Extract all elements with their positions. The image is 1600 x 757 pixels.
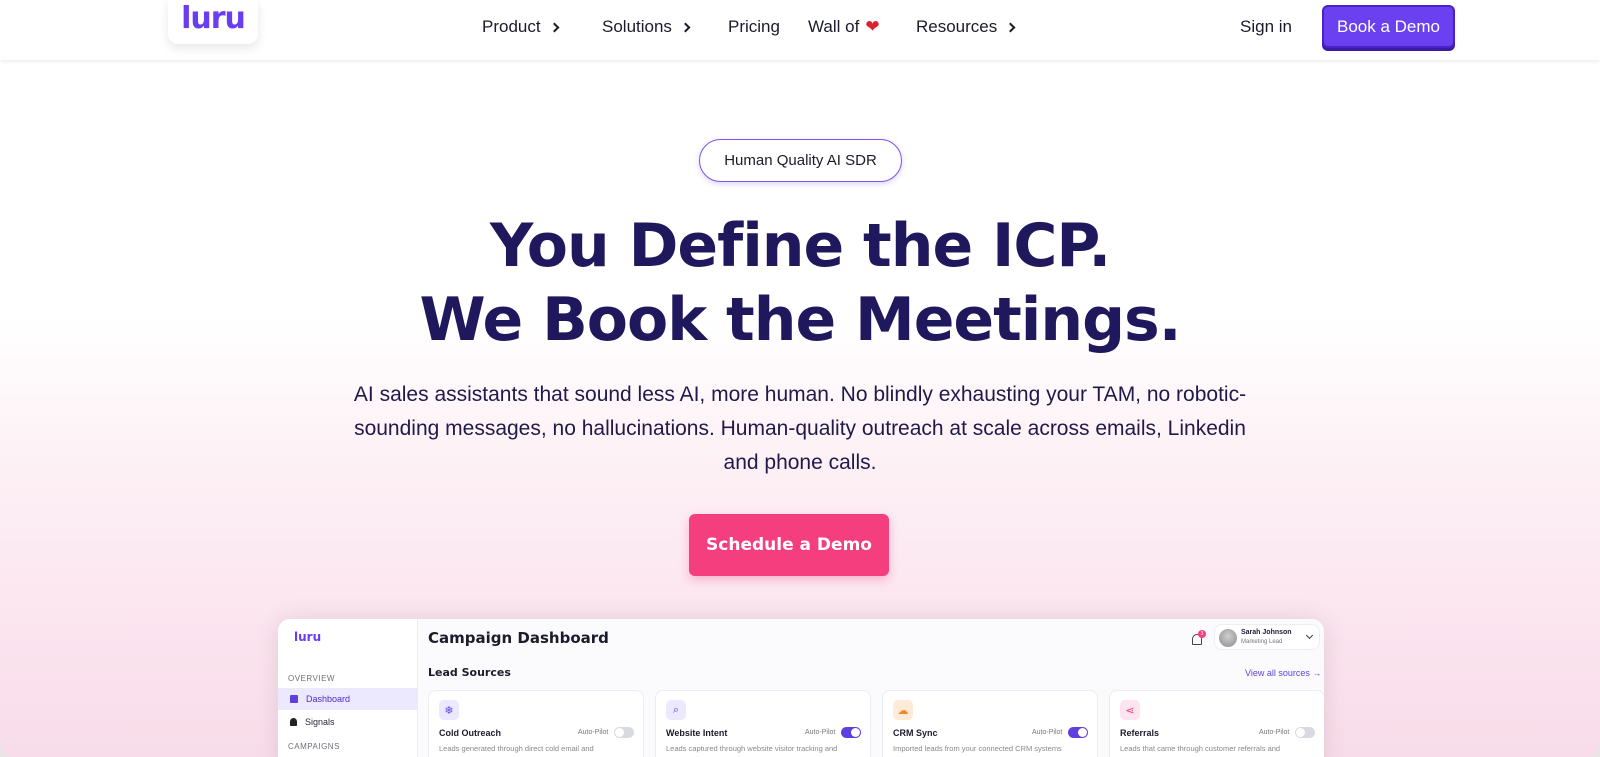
chevron-right-icon (549, 22, 560, 33)
autopilot-toggle[interactable] (1068, 727, 1088, 738)
sign-in-link[interactable]: Sign in (1240, 17, 1292, 37)
snowflake-icon: ❄ (439, 700, 459, 720)
autopilot-label: Auto-Pilot (1259, 729, 1290, 736)
logo[interactable]: luru (168, 0, 258, 44)
page-frame: luru Product Solutions Pricing Wall of ❤… (0, 0, 1600, 757)
card-description: Leads generated through direct cold emai… (439, 744, 594, 753)
grid-icon (290, 695, 298, 703)
sidebar-item-dashboard[interactable]: Dashboard (278, 688, 418, 710)
lead-source-card[interactable]: ⋖ Referrals Auto-Pilot Leads that came t… (1109, 690, 1324, 757)
user-menu[interactable]: Sarah Johnson Marketing Lead (1214, 624, 1320, 650)
heart-icon: ❤ (865, 17, 880, 36)
book-demo-button[interactable]: Book a Demo (1322, 5, 1455, 48)
notification-count-badge: 3 (1198, 630, 1206, 638)
schedule-demo-button[interactable]: Schedule a Demo (689, 514, 889, 576)
hero-headline-line-2: We Book the Meetings. (419, 285, 1181, 355)
lead-sources-heading: Lead Sources (428, 666, 511, 679)
lead-source-card[interactable]: ⌕ Website Intent Auto-Pilot Leads captur… (655, 690, 871, 757)
search-icon: ⌕ (666, 700, 686, 720)
autopilot-label: Auto-Pilot (1032, 729, 1063, 736)
autopilot-label: Auto-Pilot (578, 729, 609, 736)
dashboard-sidebar: luru OVERVIEW Dashboard Signals CAMPAIGN… (278, 619, 418, 757)
chevron-right-icon (680, 22, 691, 33)
dashboard-logo: luru (294, 630, 322, 644)
hero-subtext: AI sales assistants that sound less AI, … (353, 383, 1247, 474)
card-description: Imported leads from your connected CRM s… (893, 744, 1062, 753)
card-name: CRM Sync (893, 728, 938, 738)
sidebar-heading-overview: OVERVIEW (288, 674, 335, 683)
bell-icon (290, 718, 297, 726)
view-all-sources-link[interactable]: View all sources → (1245, 668, 1321, 678)
share-icon: ⋖ (1120, 700, 1140, 720)
sidebar-item-label: Signals (305, 717, 335, 727)
dashboard-preview: luru OVERVIEW Dashboard Signals CAMPAIGN… (278, 619, 1324, 757)
avatar (1219, 629, 1237, 647)
nav-item-label: Solutions (602, 17, 672, 36)
lead-source-card[interactable]: ❄ Cold Outreach Auto-Pilot Leads generat… (428, 690, 644, 757)
card-name: Cold Outreach (439, 728, 502, 738)
nav-item-solutions[interactable]: Solutions (602, 17, 691, 37)
autopilot-toggle[interactable] (614, 727, 634, 738)
sidebar-heading-campaigns: CAMPAIGNS (288, 742, 340, 751)
autopilot-toggle[interactable] (1295, 727, 1315, 738)
autopilot-toggle[interactable] (841, 727, 861, 738)
cloud-icon: ☁ (893, 700, 913, 720)
nav-item-product[interactable]: Product (482, 17, 560, 37)
hero-badge: Human Quality AI SDR (699, 139, 902, 182)
nav-item-label: Pricing (728, 17, 780, 36)
nav-item-wall-of-love[interactable]: Wall of ❤ (808, 17, 880, 37)
dashboard-title: Campaign Dashboard (428, 629, 609, 647)
autopilot-label: Auto-Pilot (805, 729, 836, 736)
user-name: Sarah Johnson (1241, 629, 1292, 636)
user-role: Marketing Lead (1241, 639, 1283, 645)
nav-item-label: Product (482, 17, 541, 36)
logo-text: luru (181, 1, 246, 36)
nav-item-label: Wall of (808, 17, 860, 36)
hero-headline-line-1: You Define the ICP. (489, 211, 1111, 281)
chevron-down-icon (1305, 631, 1314, 640)
chevron-right-icon (1005, 22, 1016, 33)
sidebar-item-label: Dashboard (306, 694, 351, 704)
nav-item-pricing[interactable]: Pricing (728, 17, 780, 37)
lead-source-card[interactable]: ☁ CRM Sync Auto-Pilot Imported leads fro… (882, 690, 1098, 757)
nav-item-resources[interactable]: Resources (916, 17, 1016, 37)
card-description: Leads captured through website visitor t… (666, 744, 838, 753)
sidebar-item-signals[interactable]: Signals (278, 711, 418, 733)
top-navbar: luru Product Solutions Pricing Wall of ❤… (0, 0, 1600, 60)
card-name: Website Intent (666, 728, 728, 738)
card-name: Referrals (1120, 728, 1160, 738)
nav-item-label: Resources (916, 17, 998, 36)
card-description: Leads that came through customer referra… (1120, 744, 1281, 753)
